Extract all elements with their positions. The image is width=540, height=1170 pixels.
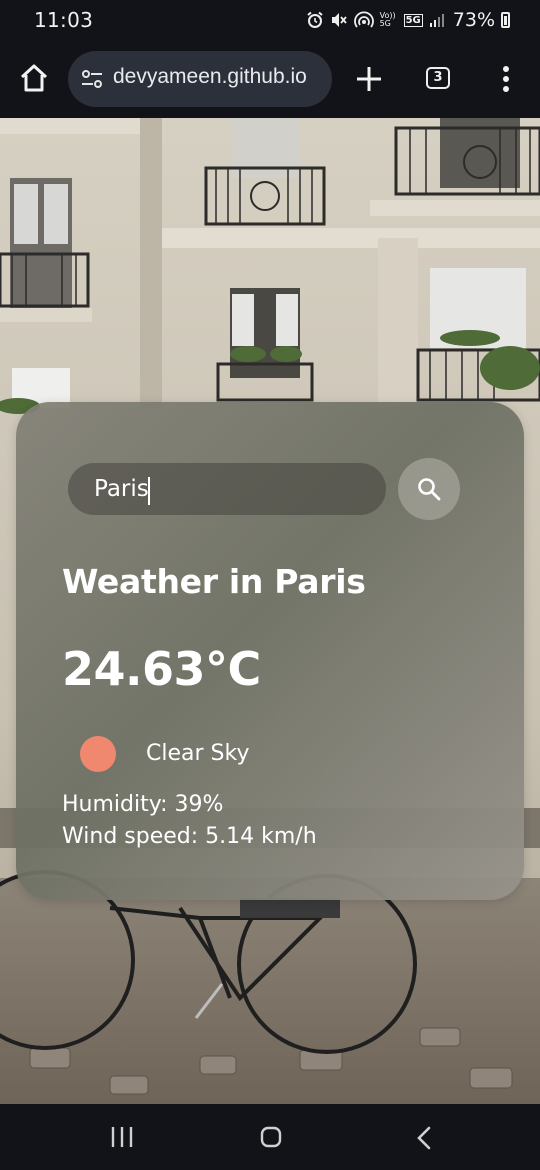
temperature: 24.63°C bbox=[62, 642, 261, 696]
tab-count: 3 bbox=[433, 70, 443, 85]
recent-apps-icon[interactable] bbox=[110, 1126, 134, 1148]
humidity: Humidity: 39% bbox=[62, 792, 224, 817]
more-vert-icon[interactable] bbox=[494, 64, 518, 94]
alarm-icon bbox=[306, 11, 323, 28]
search-icon bbox=[418, 478, 441, 501]
system-nav-bar bbox=[0, 1104, 540, 1170]
battery-icon bbox=[501, 12, 510, 28]
mute-icon bbox=[331, 13, 347, 27]
wind-speed: Wind speed: 5.14 km/h bbox=[62, 824, 317, 849]
signal-icon bbox=[429, 14, 444, 27]
text-caret bbox=[148, 477, 150, 505]
back-icon[interactable] bbox=[414, 1126, 434, 1150]
home-icon[interactable] bbox=[260, 1126, 282, 1148]
battery-percent: 73% bbox=[452, 9, 495, 31]
search-button[interactable] bbox=[398, 458, 460, 520]
tab-switcher-button[interactable]: 3 bbox=[426, 67, 450, 89]
site-settings-icon[interactable] bbox=[80, 67, 104, 91]
status-icons: Vo)) 5G 5G 73% bbox=[306, 9, 510, 31]
weather-description: Clear Sky bbox=[146, 741, 250, 766]
status-time: 11:03 bbox=[34, 8, 94, 32]
home-icon[interactable] bbox=[18, 62, 50, 94]
status-bar: 11:03 Vo)) 5G 5G 73% bbox=[0, 0, 540, 40]
network-type: 5G bbox=[403, 13, 423, 27]
browser-toolbar: devyameen.github.io 3 bbox=[0, 40, 540, 118]
volte-indicator: Vo)) 5G bbox=[379, 11, 396, 28]
url-text[interactable]: devyameen.github.io bbox=[113, 65, 307, 89]
web-page: Weather in Paris 24.63°C Clear Sky Humid… bbox=[0, 118, 540, 1104]
weather-condition-icon bbox=[80, 736, 116, 772]
weather-card: Weather in Paris 24.63°C Clear Sky Humid… bbox=[16, 402, 524, 900]
weather-title: Weather in Paris bbox=[62, 562, 366, 601]
address-bar[interactable]: devyameen.github.io bbox=[68, 51, 332, 107]
city-search-input[interactable] bbox=[68, 463, 386, 515]
hotspot-icon bbox=[353, 11, 374, 28]
plus-icon[interactable] bbox=[354, 64, 384, 94]
